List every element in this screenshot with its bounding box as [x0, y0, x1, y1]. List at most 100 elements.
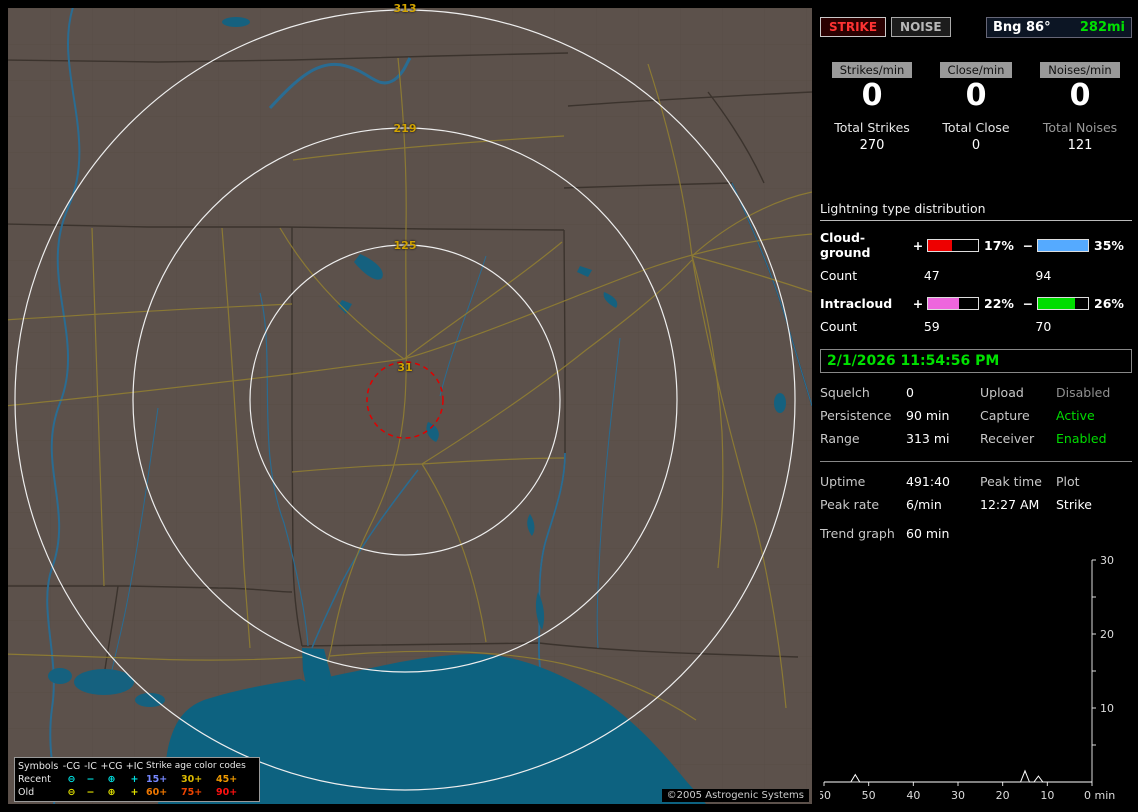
noises-per-min-value: 0	[1069, 78, 1091, 113]
count-label: Count	[820, 268, 858, 283]
mode-controls: STRIKE NOISE Bng 86° 282mi	[820, 16, 1132, 38]
range-label: Range	[820, 431, 860, 446]
legend-header-neg-cg: -CG	[62, 761, 81, 772]
old-neg-cg-symbol: ⊖	[67, 787, 76, 798]
strike-mode-button[interactable]: STRIKE	[820, 17, 887, 37]
noise-mode-button[interactable]: NOISE	[891, 17, 951, 37]
plus-sign: +	[912, 296, 924, 311]
upload-label: Upload	[980, 385, 1024, 400]
ic-plus-bar-fill	[928, 298, 960, 309]
cg-plus-count: 47	[923, 268, 940, 283]
svg-text:30: 30	[951, 789, 965, 802]
cloud-ground-label: Cloud-ground	[820, 230, 871, 260]
old-pos-ic-symbol: +	[130, 787, 139, 798]
age-code-75: 75+	[181, 787, 203, 798]
close-per-min-label: Close/min	[939, 62, 1013, 78]
uptime-label: Uptime	[820, 474, 866, 489]
noises-rate-column: Noises/min 0 Total Noises 121	[1028, 62, 1132, 153]
rate-boxes: Strikes/min 0 Total Strikes 270 Close/mi…	[820, 62, 1132, 153]
old-neg-ic-symbol: −	[86, 787, 95, 798]
section-divider	[820, 461, 1132, 462]
total-close-label: Total Close	[942, 120, 1010, 135]
total-strikes-value: 270	[859, 138, 885, 153]
close-rate-column: Close/min 0 Total Close 0	[924, 62, 1028, 153]
strikes-rate-column: Strikes/min 0 Total Strikes 270	[820, 62, 924, 153]
cg-plus-percent: 17%	[984, 237, 1014, 253]
bearing-label: Bng 86°	[993, 19, 1051, 35]
legend-header-pos-ic: +IC	[125, 761, 144, 772]
plot-label: Plot	[1056, 474, 1080, 489]
age-code-30: 30+	[181, 774, 203, 785]
bearing-distance: 282mi	[1079, 19, 1125, 35]
svg-text:20: 20	[996, 789, 1010, 802]
ic-plus-bar	[927, 297, 979, 310]
recent-neg-cg-symbol: ⊖	[67, 774, 76, 785]
minus-sign: −	[1022, 296, 1034, 311]
legend-symbols-header: Symbols	[18, 761, 59, 772]
uptime-value: 491:40	[906, 474, 950, 489]
receiver-label: Receiver	[980, 431, 1035, 446]
bearing-display: Bng 86° 282mi	[986, 16, 1132, 38]
age-code-60: 60+	[146, 787, 168, 798]
cg-minus-bar	[1037, 238, 1089, 252]
ic-minus-bar-fill	[1038, 298, 1076, 309]
strikes-per-min-label: Strikes/min	[831, 62, 913, 78]
cg-minus-bar-fill	[1038, 239, 1088, 251]
distribution-title: Lightning type distribution	[820, 201, 1132, 221]
noises-per-min-label: Noises/min	[1040, 62, 1120, 78]
peak-rate-label: Peak rate	[820, 497, 880, 512]
legend-age-title: Strike age color codes	[146, 761, 246, 771]
map-panel: 313 219 125 31 Symbols -CG -IC +CG +IC S…	[8, 2, 812, 804]
recent-pos-cg-symbol: ⊕	[107, 774, 116, 785]
recent-pos-ic-symbol: +	[130, 774, 139, 785]
cg-minus-percent: 35%	[1094, 237, 1124, 253]
legend-header-neg-ic: -IC	[84, 761, 97, 772]
ic-minus-percent: 26%	[1094, 296, 1124, 311]
info-grid: Uptime 491:40 Peak time Plot Peak rate 6…	[820, 474, 1132, 512]
cg-minus-count: 94	[1035, 268, 1052, 283]
plus-sign: +	[912, 237, 924, 253]
upload-status: Disabled	[1056, 385, 1111, 400]
range-ring-label-219: 219	[393, 122, 417, 135]
legend-row-old: Old	[18, 787, 35, 798]
count-label: Count	[820, 319, 858, 334]
capture-status: Active	[1056, 408, 1095, 423]
datetime-display: 2/1/2026 11:54:56 PM	[820, 349, 1132, 373]
cloud-ground-row: Cloud-ground + 17% − 35%	[820, 230, 1132, 260]
trend-window-value: 60 min	[906, 526, 950, 541]
svg-text:20: 20	[1100, 628, 1114, 641]
trend-graph: 10 20 30 60 50 40 30 20 10 0 min	[820, 554, 1115, 802]
old-pos-cg-symbol: ⊕	[107, 787, 116, 798]
svg-text:0 min: 0 min	[1084, 789, 1115, 802]
peak-rate-value: 6/min	[906, 497, 942, 512]
ic-plus-count: 59	[923, 319, 940, 334]
ic-plus-percent: 22%	[984, 296, 1014, 311]
svg-text:40: 40	[906, 789, 920, 802]
trend-graph-label: Trend graph	[820, 526, 895, 541]
range-ring-label-31: 31	[397, 361, 413, 374]
squelch-value: 0	[906, 385, 914, 400]
legend-header-pos-cg: +CG	[100, 761, 123, 772]
trend-graph-header: Trend graph 60 min	[820, 526, 1132, 541]
svg-text:30: 30	[1100, 554, 1114, 567]
squelch-label: Squelch	[820, 385, 870, 400]
svg-text:50: 50	[862, 789, 876, 802]
ic-minus-bar	[1037, 297, 1089, 310]
cg-plus-bar	[927, 238, 979, 252]
status-side-panel: STRIKE NOISE Bng 86° 282mi Strikes/min 0…	[820, 8, 1132, 804]
minus-sign: −	[1022, 237, 1034, 253]
svg-text:60: 60	[820, 789, 831, 802]
total-strikes-label: Total Strikes	[834, 120, 910, 135]
svg-text:10: 10	[1100, 702, 1114, 715]
peak-time-value: 12:27 AM	[980, 497, 1040, 512]
intracloud-count-row: Count 59 70	[820, 319, 1132, 334]
total-noises-value: 121	[1067, 138, 1093, 153]
receiver-status: Enabled	[1056, 431, 1107, 446]
status-grid: Squelch 0 Upload Disabled Persistence 90…	[820, 385, 1132, 446]
range-ring-label-313: 313	[393, 2, 417, 15]
legend-row-recent: Recent	[18, 774, 51, 785]
ic-minus-count: 70	[1035, 319, 1052, 334]
intracloud-row: Intracloud + 22% − 26%	[820, 296, 1132, 311]
plot-mode-value: Strike	[1056, 497, 1092, 512]
age-code-15: 15+	[146, 774, 168, 785]
